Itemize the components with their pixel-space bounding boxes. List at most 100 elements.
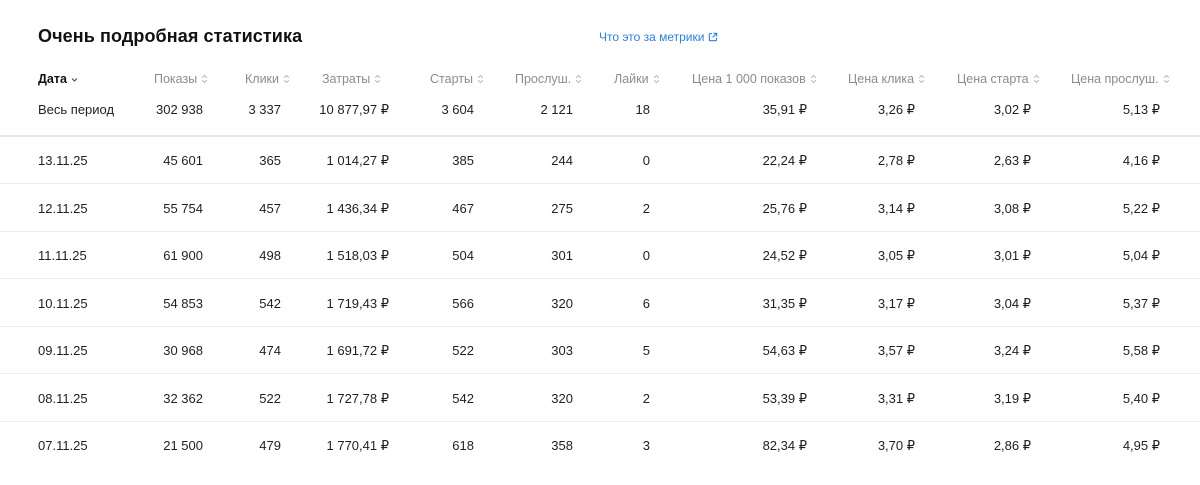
column-header-label: Клики	[245, 72, 280, 86]
cell-likes: 2	[642, 201, 650, 216]
table-row: 12.11.25 55 754 457 1 436,34 ₽ 467 275 2 25,76 …	[0, 201, 1200, 221]
table-row: 07.11.25 21 500 479 1 770,41 ₽ 618 358 3 82,34 …	[0, 438, 1200, 458]
cell-cpm: 54,63 ₽	[762, 343, 807, 358]
column-header-costs[interactable]: Затраты	[322, 72, 381, 86]
cell-cpc: 3,31 ₽	[877, 391, 915, 406]
cell-date: 12.11.25	[38, 201, 88, 216]
column-header-cpm[interactable]: Цена 1 000 показов	[692, 72, 817, 86]
metrics-info-link-label: Что это за метрики	[599, 30, 705, 44]
row-divider	[0, 373, 1200, 374]
column-header-starts[interactable]: Старты	[430, 72, 484, 86]
table-row: 11.11.25 61 900 498 1 518,03 ₽ 504 301 0 24,52 …	[0, 248, 1200, 268]
cell-date: 13.11.25	[38, 153, 88, 168]
page-title: Очень подробная статистика	[38, 26, 303, 46]
column-header-label: Дата	[38, 72, 67, 86]
cell-listens: 2 121	[540, 102, 573, 117]
cell-costs: 1 691,72 ₽	[326, 343, 390, 358]
row-divider	[0, 326, 1200, 327]
cell-listens: 320	[551, 296, 573, 311]
row-divider	[0, 278, 1200, 279]
cell-costs: 1 014,27 ₽	[326, 153, 390, 168]
column-header-cost-per-listen[interactable]: Цена прослуш.	[1071, 72, 1170, 86]
row-divider	[0, 183, 1200, 184]
sort-arrows-icon	[477, 74, 484, 84]
column-header-likes[interactable]: Лайки	[614, 72, 660, 86]
cell-cost-per-start: 3,01 ₽	[993, 248, 1031, 263]
cell-costs: 1 727,78 ₽	[326, 391, 390, 406]
cell-cost-per-start: 2,86 ₽	[993, 438, 1031, 453]
column-header-label: Цена прослуш.	[1071, 72, 1159, 86]
column-header-label: Прослуш.	[515, 72, 572, 86]
column-header-label: Лайки	[614, 72, 649, 86]
cell-likes: 0	[642, 248, 650, 263]
cell-impressions: 55 754	[163, 201, 203, 216]
cell-clicks: 457	[259, 201, 281, 216]
table-row: 09.11.25 30 968 474 1 691,72 ₽ 522 303 5 54,63 …	[0, 343, 1200, 363]
cell-cost-per-listen: 5,40 ₽	[1122, 391, 1160, 406]
column-header-listens[interactable]: Прослуш.	[515, 72, 582, 86]
cell-cost-per-start: 3,08 ₽	[993, 201, 1031, 216]
column-header-label: Цена 1 000 показов	[692, 72, 806, 86]
column-header-date[interactable]: Дата	[38, 72, 78, 86]
cell-cpc: 2,78 ₽	[877, 153, 915, 168]
cell-cpm: 82,34 ₽	[762, 438, 807, 453]
cell-listens: 301	[551, 248, 573, 263]
cell-cost-per-listen: 4,95 ₽	[1122, 438, 1160, 453]
cell-cpm: 31,35 ₽	[762, 296, 807, 311]
cell-starts: 522	[452, 343, 474, 358]
column-header-cost-per-start[interactable]: Цена старта	[957, 72, 1040, 86]
cell-listens: 275	[551, 201, 573, 216]
cell-clicks: 542	[259, 296, 281, 311]
cell-cost-per-listen: 5,22 ₽	[1122, 201, 1160, 216]
sort-down-icon	[71, 74, 78, 84]
cell-likes: 2	[642, 391, 650, 406]
sort-arrows-icon	[810, 74, 817, 84]
cell-costs: 10 877,97 ₽	[319, 102, 389, 117]
sort-arrows-icon	[201, 74, 208, 84]
cell-likes: 5	[642, 343, 650, 358]
cell-cost-per-listen: 5,13 ₽	[1122, 102, 1160, 117]
cell-costs: 1 518,03 ₽	[326, 248, 390, 263]
cell-starts: 504	[452, 248, 474, 263]
column-header-cpc[interactable]: Цена клика	[848, 72, 925, 86]
cell-date: 08.11.25	[38, 391, 88, 406]
cell-cost-per-start: 2,63 ₽	[993, 153, 1031, 168]
column-header-label: Цена старта	[957, 72, 1029, 86]
cell-listens: 244	[551, 153, 573, 168]
column-header-clicks[interactable]: Клики	[245, 72, 290, 86]
column-header-impressions[interactable]: Показы	[154, 72, 208, 86]
cell-cpm: 24,52 ₽	[762, 248, 807, 263]
cell-cpc: 3,70 ₽	[877, 438, 915, 453]
cell-starts: 566	[452, 296, 474, 311]
cell-cpm: 53,39 ₽	[762, 391, 807, 406]
cell-clicks: 479	[259, 438, 281, 453]
cell-starts: 618	[452, 438, 474, 453]
cell-date: Весь период	[38, 102, 115, 117]
cell-cost-per-listen: 5,58 ₽	[1122, 343, 1160, 358]
cell-cpc: 3,05 ₽	[877, 248, 915, 263]
metrics-info-link[interactable]: Что это за метрики	[599, 30, 718, 44]
cell-date: 11.11.25	[38, 248, 87, 263]
sort-arrows-icon	[1163, 74, 1170, 84]
column-header-label: Старты	[430, 72, 473, 86]
cell-likes: 0	[642, 153, 650, 168]
cell-clicks: 474	[259, 343, 281, 358]
cell-impressions: 30 968	[163, 343, 203, 358]
cell-likes: 3	[642, 438, 650, 453]
cell-cpc: 3,26 ₽	[877, 102, 915, 117]
cell-listens: 320	[551, 391, 573, 406]
cell-cpc: 3,17 ₽	[877, 296, 915, 311]
cell-date: 07.11.25	[38, 438, 88, 453]
table-row: 08.11.25 32 362 522 1 727,78 ₽ 542 320 2 53,39 …	[0, 391, 1200, 411]
table-row: 13.11.25 45 601 365 1 014,27 ₽ 385 244 0 22,24 …	[0, 153, 1200, 173]
cell-likes: 6	[642, 296, 650, 311]
cell-cost-per-start: 3,02 ₽	[993, 102, 1031, 117]
cell-starts: 3 604	[441, 102, 474, 117]
cell-starts: 467	[452, 201, 474, 216]
cell-clicks: 498	[259, 248, 281, 263]
cell-cpm: 22,24 ₽	[762, 153, 807, 168]
external-link-icon	[708, 32, 718, 42]
table-header-row: Дата Показы Клики Затраты Старты Прослуш. Лайк…	[0, 72, 1200, 92]
column-header-label: Показы	[154, 72, 198, 86]
row-divider	[0, 231, 1200, 232]
